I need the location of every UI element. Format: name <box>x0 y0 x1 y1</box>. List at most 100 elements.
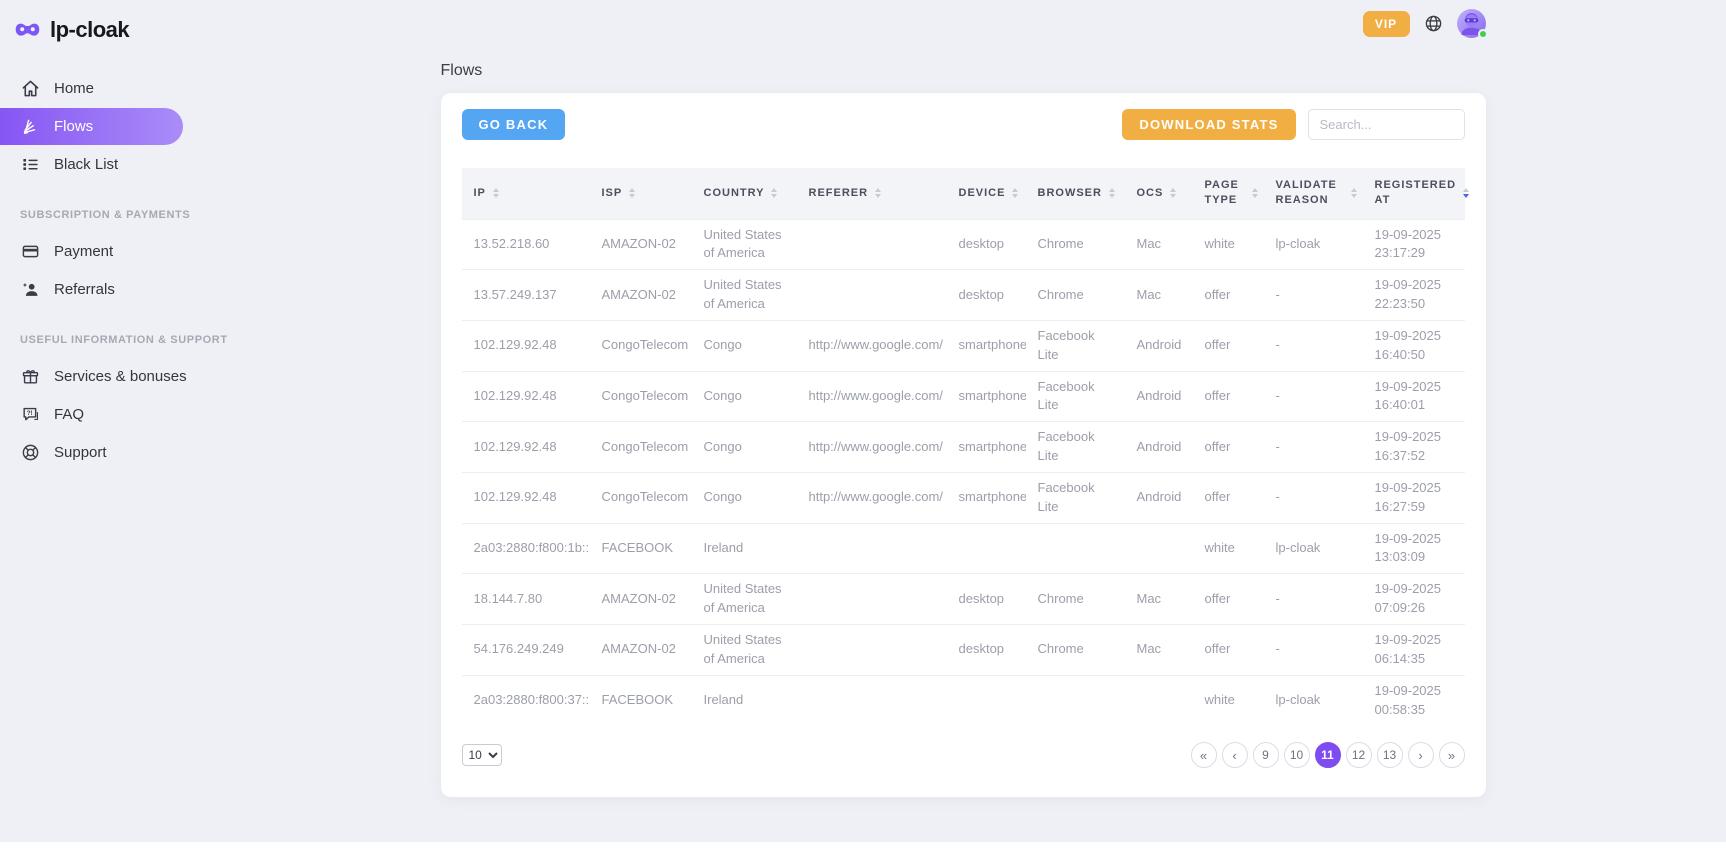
column-header-browser[interactable]: BROWSER <box>1026 168 1125 219</box>
sidebar-item-faq[interactable]: ?! FAQ <box>0 396 200 433</box>
sidebar-item-label: Flows <box>54 118 93 135</box>
table-cell: AMAZON-02 <box>590 574 692 625</box>
lifebuoy-icon <box>20 443 40 463</box>
column-header-country[interactable]: COUNTRY <box>692 168 797 219</box>
sidebar-item-label: Home <box>54 80 94 97</box>
table-cell: Mac <box>1125 270 1193 321</box>
gift-icon <box>20 367 40 387</box>
table-row: 2a03:2880:f800:37::FACEBOOKIrelandwhitel… <box>462 675 1465 725</box>
column-header-referer[interactable]: REFERER <box>797 168 947 219</box>
sidebar-item-referrals[interactable]: Referrals <box>0 271 200 308</box>
pagination-page-13[interactable]: 13 <box>1377 742 1403 768</box>
table-cell: http://www.google.com/ <box>797 472 947 523</box>
table-cell: offer <box>1193 422 1264 473</box>
column-header-isp[interactable]: ISP <box>590 168 692 219</box>
table-cell: Mac <box>1125 574 1193 625</box>
table-row: 18.144.7.80AMAZON-02United States of Ame… <box>462 574 1465 625</box>
column-header-page-type[interactable]: PAGE TYPE <box>1193 168 1264 219</box>
sidebar-item-black-list[interactable]: Black List <box>0 146 200 183</box>
table-cell: AMAZON-02 <box>590 625 692 676</box>
main-area: VIP Flows GO BACK DO <box>200 0 1726 797</box>
table-cell <box>1026 523 1125 574</box>
table-cell: offer <box>1193 270 1264 321</box>
pagination-prev-button[interactable]: ‹ <box>1222 742 1248 768</box>
table-cell: http://www.google.com/ <box>797 371 947 422</box>
table-cell: Facebook Lite <box>1026 422 1125 473</box>
table-row: 13.57.249.137AMAZON-02United States of A… <box>462 270 1465 321</box>
table-cell <box>797 675 947 725</box>
pagination-page-9[interactable]: 9 <box>1253 742 1279 768</box>
table-row: 102.129.92.48CongoTelecomCongohttp://www… <box>462 371 1465 422</box>
sort-icon[interactable] <box>1252 188 1258 198</box>
per-page-select[interactable]: 10 <box>462 744 502 766</box>
card-toolbar: GO BACK DOWNLOAD STATS <box>462 109 1465 140</box>
table-cell: Facebook Lite <box>1026 320 1125 371</box>
sort-icon[interactable] <box>493 188 499 198</box>
vip-button[interactable]: VIP <box>1363 11 1410 37</box>
sidebar-item-label: Referrals <box>54 281 115 298</box>
sidebar-item-home[interactable]: Home <box>0 70 200 107</box>
table-cell: Chrome <box>1026 270 1125 321</box>
sidebar-item-support[interactable]: Support <box>0 434 200 471</box>
sort-icon[interactable] <box>875 188 881 198</box>
pagination-last-button[interactable]: » <box>1439 742 1465 768</box>
sort-icon[interactable] <box>1463 188 1469 198</box>
download-stats-button[interactable]: DOWNLOAD STATS <box>1122 109 1295 140</box>
sort-icon[interactable] <box>1012 188 1018 198</box>
table-cell <box>797 270 947 321</box>
sort-icon[interactable] <box>1109 188 1115 198</box>
table-cell: Android <box>1125 472 1193 523</box>
table-cell: Congo <box>692 472 797 523</box>
search-input[interactable] <box>1308 109 1465 140</box>
sidebar-nav: Home Flows Black List SUBSCRIPTION & PAY… <box>0 70 200 471</box>
column-header-ip[interactable]: IP <box>462 168 590 219</box>
avatar[interactable] <box>1457 9 1486 38</box>
column-header-registered-at[interactable]: REGISTERED AT <box>1363 168 1465 219</box>
column-header-validate-reason[interactable]: VALIDATE REASON <box>1264 168 1363 219</box>
home-icon <box>20 79 40 99</box>
column-label: IP <box>474 186 486 201</box>
table-cell: 19-09-2025 22:23:50 <box>1363 270 1465 321</box>
table-cell: offer <box>1193 320 1264 371</box>
sidebar-item-payment[interactable]: Payment <box>0 233 200 270</box>
table-cell: 54.176.249.249 <box>462 625 590 676</box>
table-cell: CongoTelecom <box>590 422 692 473</box>
table-cell: Congo <box>692 422 797 473</box>
flows-card: GO BACK DOWNLOAD STATS IP ISPCOUNTRYREFER… <box>441 93 1486 797</box>
table-cell: Ireland <box>692 523 797 574</box>
table-cell: smartphone <box>947 371 1026 422</box>
column-header-ocs[interactable]: OCS <box>1125 168 1193 219</box>
sort-icon[interactable] <box>629 188 635 198</box>
table-cell: 2a03:2880:f800:1b:: <box>462 523 590 574</box>
table-cell: 18.144.7.80 <box>462 574 590 625</box>
table-cell <box>947 523 1026 574</box>
column-label: REGISTERED AT <box>1375 178 1457 208</box>
sidebar-item-services-bonuses[interactable]: Services & bonuses <box>0 358 200 395</box>
sort-icon[interactable] <box>771 188 777 198</box>
topbar: VIP <box>441 0 1486 40</box>
table-cell: - <box>1264 422 1363 473</box>
globe-icon[interactable] <box>1424 14 1443 33</box>
table-cell: - <box>1264 625 1363 676</box>
table-row: 102.129.92.48CongoTelecomCongohttp://www… <box>462 320 1465 371</box>
pagination-next-button[interactable]: › <box>1408 742 1434 768</box>
faq-bubble-icon: ?! <box>20 405 40 425</box>
sidebar-item-flows[interactable]: Flows <box>0 108 183 145</box>
pagination-first-button[interactable]: « <box>1191 742 1217 768</box>
pagination-page-12[interactable]: 12 <box>1346 742 1372 768</box>
pagination-page-11[interactable]: 11 <box>1315 742 1341 768</box>
brand-logo[interactable]: lp-cloak <box>0 12 200 48</box>
sidebar-item-label: Payment <box>54 243 113 260</box>
table-cell: desktop <box>947 625 1026 676</box>
sort-icon[interactable] <box>1170 188 1176 198</box>
table-cell: 102.129.92.48 <box>462 472 590 523</box>
online-status-dot <box>1478 29 1488 39</box>
svg-text:?!: ?! <box>26 410 32 417</box>
column-header-device[interactable]: DEVICE <box>947 168 1026 219</box>
table-cell <box>1125 675 1193 725</box>
go-back-button[interactable]: GO BACK <box>462 109 566 140</box>
sort-icon[interactable] <box>1351 188 1357 198</box>
column-label: DEVICE <box>959 186 1006 201</box>
table-cell: CongoTelecom <box>590 371 692 422</box>
pagination-page-10[interactable]: 10 <box>1284 742 1310 768</box>
